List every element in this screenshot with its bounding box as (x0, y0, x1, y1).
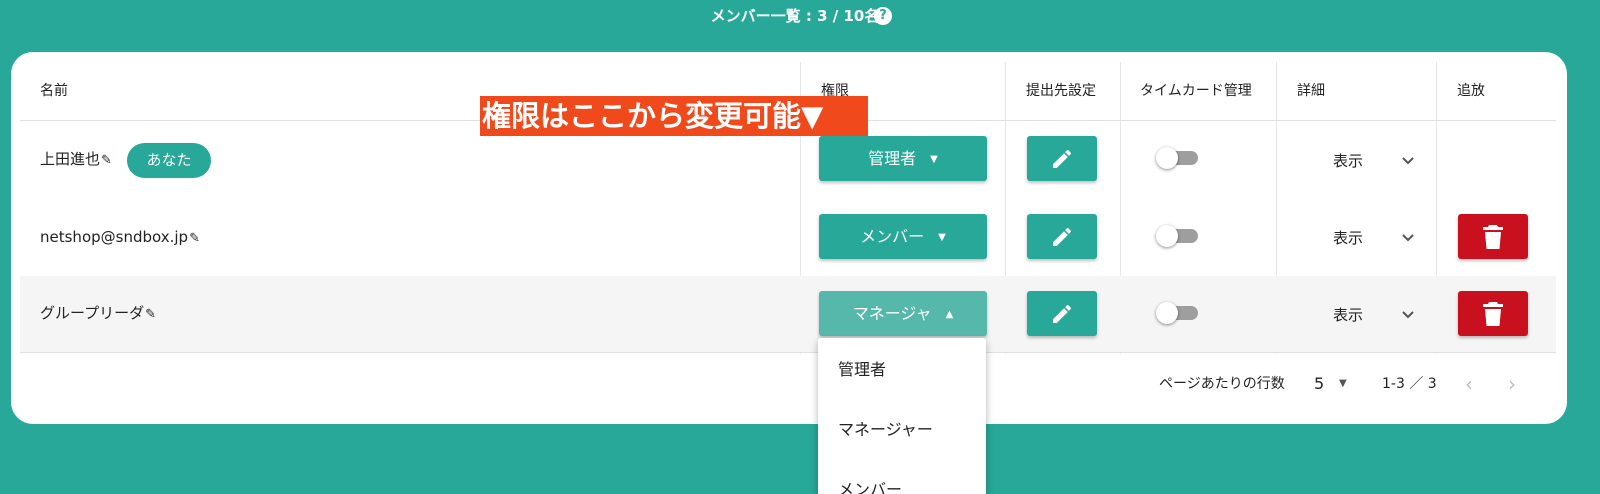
caret-up-icon: ▲ (945, 309, 954, 320)
column-header-destination: 提出先設定 (1026, 83, 1096, 99)
column-header-name: 名前 (40, 83, 68, 99)
detail-toggle-label[interactable]: 表示 (1333, 150, 1363, 171)
role-select-button[interactable]: マネージャ ▲ (819, 291, 987, 336)
remove-member-button[interactable] (1458, 291, 1528, 336)
you-badge: あなた (127, 143, 211, 178)
caret-down-icon: ▼ (930, 154, 938, 165)
edit-destination-button[interactable] (1027, 291, 1097, 336)
pencil-icon (1053, 304, 1072, 323)
edit-destination-button[interactable] (1027, 214, 1097, 259)
member-name-text: グループリーダ (40, 304, 145, 322)
member-name[interactable]: netshop@sndbox.jp✎ (40, 227, 200, 249)
timecard-toggle[interactable] (1156, 298, 1200, 328)
help-icon[interactable]: ? (874, 7, 892, 25)
role-label: 管理者 (868, 149, 917, 168)
pagination-range: 1-3 ／ 3 (1382, 376, 1437, 392)
remove-member-button[interactable] (1458, 214, 1528, 259)
role-label: メンバー (860, 227, 925, 246)
timecard-toggle[interactable] (1156, 221, 1200, 251)
pencil-icon (1053, 149, 1072, 168)
column-header-timecard: タイムカード管理 (1140, 83, 1252, 99)
member-name[interactable]: グループリーダ✎ (40, 303, 156, 325)
role-select-button[interactable]: 管理者 ▼ (819, 136, 987, 181)
member-name[interactable]: 上田進也✎ (40, 149, 112, 171)
chevron-down-icon[interactable] (1401, 154, 1415, 168)
edit-destination-button[interactable] (1027, 136, 1097, 181)
annotation-callout: 権限はここから変更可能▼ (480, 96, 868, 136)
column-header-detail: 詳細 (1297, 83, 1325, 99)
column-header-action: 追放 (1457, 83, 1485, 99)
pencil-icon (1053, 227, 1072, 246)
toggle-knob (1156, 147, 1178, 169)
table-row: netshop@sndbox.jp✎ メンバー ▼ 表示 (20, 199, 1556, 276)
menu-item-admin[interactable]: 管理者 (838, 356, 886, 380)
page-title: メンバー一覧 : 3 / 10名 (0, 4, 1600, 28)
toggle-knob (1156, 225, 1178, 247)
chevron-down-icon[interactable] (1401, 231, 1415, 245)
rows-per-page-select[interactable]: 5 (1314, 369, 1324, 399)
trash-icon (1483, 225, 1503, 249)
role-dropdown-menu: 管理者 マネージャー メンバー (818, 338, 986, 494)
chevron-down-icon[interactable] (1401, 308, 1415, 322)
role-label: マネージャ (852, 304, 932, 323)
caret-down-icon: ▼ (938, 232, 946, 243)
timecard-toggle[interactable] (1156, 143, 1200, 173)
trash-icon (1483, 302, 1503, 326)
member-name-text: netshop@sndbox.jp (40, 228, 189, 246)
chevron-right-icon[interactable]: › (1508, 369, 1516, 399)
rows-per-page-label: ページあたりの行数 (1159, 376, 1285, 392)
caret-down-icon[interactable]: ▼ (1339, 369, 1347, 399)
pencil-icon[interactable]: ✎ (189, 229, 200, 249)
pencil-icon[interactable]: ✎ (145, 305, 156, 325)
toggle-knob (1156, 302, 1178, 324)
detail-toggle-label[interactable]: 表示 (1333, 227, 1363, 248)
chevron-left-icon[interactable]: ‹ (1465, 369, 1473, 399)
pencil-icon[interactable]: ✎ (101, 151, 112, 171)
menu-item-manager[interactable]: マネージャー (838, 416, 933, 440)
detail-toggle-label[interactable]: 表示 (1333, 304, 1363, 325)
page-title-text: メンバー一覧 : 3 / 10名 (710, 7, 880, 25)
menu-item-member[interactable]: メンバー (838, 476, 902, 494)
member-name-text: 上田進也 (40, 150, 101, 168)
table-row: グループリーダ✎ マネージャ ▲ 表示 (20, 276, 1556, 353)
role-select-button[interactable]: メンバー ▼ (819, 214, 987, 259)
